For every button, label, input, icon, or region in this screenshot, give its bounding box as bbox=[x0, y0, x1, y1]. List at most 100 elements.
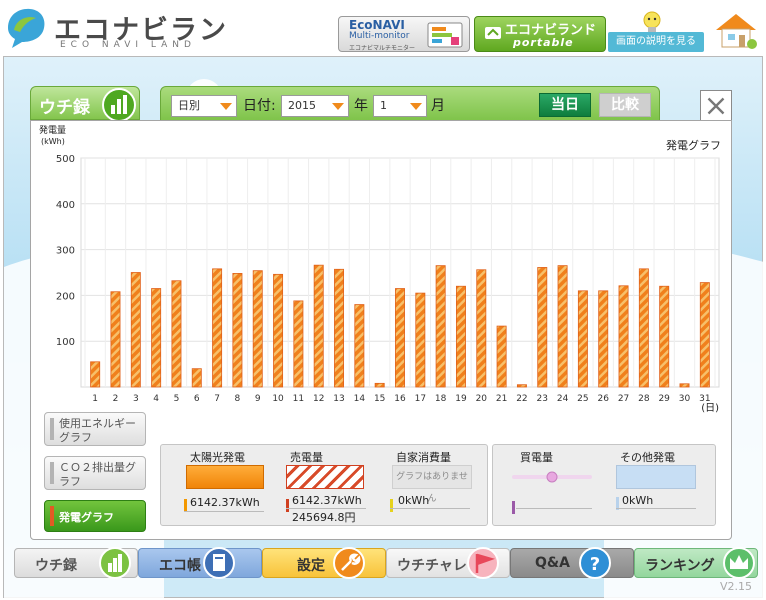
x-tick-label: 27 bbox=[618, 394, 629, 404]
bar-day-6[interactable] bbox=[191, 368, 202, 388]
bar-day-2[interactable] bbox=[110, 291, 121, 388]
close-button[interactable] bbox=[700, 90, 732, 122]
bar-day-23[interactable] bbox=[537, 267, 548, 388]
svg-text:?: ? bbox=[590, 554, 600, 575]
bar-day-4[interactable] bbox=[151, 288, 162, 388]
dropdown-arrow-icon bbox=[220, 103, 232, 110]
bar-day-21[interactable] bbox=[496, 325, 507, 388]
other-generation-value: 0kWh bbox=[622, 494, 654, 507]
bar-day-1[interactable] bbox=[90, 361, 101, 388]
nav-qa-label: Q&A bbox=[535, 555, 570, 571]
bar-day-16[interactable] bbox=[395, 288, 405, 388]
bar-day-19[interactable] bbox=[455, 285, 466, 388]
month-select[interactable]: 1 bbox=[373, 95, 427, 117]
generation-graph-button[interactable]: 発電グラフ bbox=[44, 500, 146, 532]
econavi-multimonitor-button[interactable]: EcoNAVI Multi-monitor エコナビマルチモニター bbox=[338, 16, 470, 52]
uchiroku-tab-label: ウチ録 bbox=[39, 98, 90, 118]
nav-ranking[interactable]: ランキング bbox=[634, 547, 758, 579]
other-generation-label: その他発電 bbox=[620, 451, 675, 464]
y-axis-label: 発電量 bbox=[39, 124, 66, 136]
buy-label: 買電量 bbox=[520, 451, 553, 464]
button-indicator bbox=[50, 418, 54, 440]
bar-day-11[interactable] bbox=[293, 300, 304, 388]
nav-uchichare[interactable]: ウチチャレ bbox=[386, 547, 510, 579]
bar-day-10[interactable] bbox=[273, 273, 284, 388]
bar-day-17[interactable] bbox=[415, 292, 426, 388]
date-label: 日付: bbox=[243, 98, 276, 114]
x-tick-label: 16 bbox=[394, 394, 406, 404]
bar-day-8[interactable] bbox=[232, 273, 243, 388]
button-indicator bbox=[50, 462, 54, 484]
leaf-speech-bubble-icon bbox=[8, 8, 45, 48]
nav-qa[interactable]: Q&A ? bbox=[510, 547, 634, 579]
self-consumption-label: 自家消費量 bbox=[396, 451, 451, 464]
other-generation-swatch bbox=[616, 465, 696, 489]
sell-value: 6142.37kWh bbox=[292, 494, 362, 507]
bar-day-18[interactable] bbox=[435, 265, 446, 388]
year-select[interactable]: 2015 bbox=[281, 95, 349, 117]
x-tick-label: 14 bbox=[354, 394, 366, 404]
year-unit-label: 年 bbox=[354, 98, 368, 114]
nav-uchiroku[interactable]: ウチ録 bbox=[14, 547, 138, 579]
x-tick-label: 2 bbox=[113, 394, 119, 404]
nav-settings[interactable]: 設定 bbox=[262, 547, 386, 579]
self-consumption-value: 0kWh bbox=[398, 494, 430, 507]
x-tick-label: 8 bbox=[235, 394, 241, 404]
bar-day-22[interactable] bbox=[516, 384, 527, 388]
bar-day-12[interactable] bbox=[313, 264, 324, 388]
year-select-value: 2015 bbox=[288, 99, 316, 112]
x-tick-label: 9 bbox=[255, 394, 261, 404]
buy-amount-slider bbox=[512, 471, 592, 483]
bar-day-27[interactable] bbox=[618, 285, 629, 388]
x-tick-label: 23 bbox=[537, 394, 548, 404]
month-unit-label: 月 bbox=[431, 98, 445, 114]
bar-day-13[interactable] bbox=[334, 268, 345, 388]
notebook-icon bbox=[203, 547, 235, 579]
nav-uchichare-label: ウチチャレ bbox=[397, 558, 467, 574]
x-tick-label: 12 bbox=[313, 394, 324, 404]
bar-day-14[interactable] bbox=[354, 304, 365, 388]
close-icon bbox=[707, 97, 725, 115]
bar-day-9[interactable] bbox=[252, 270, 263, 388]
x-tick-label: 5 bbox=[174, 394, 180, 404]
bar-day-7[interactable] bbox=[212, 268, 223, 388]
nav-ecocho[interactable]: エコ帳 bbox=[138, 547, 262, 579]
bar-day-26[interactable] bbox=[598, 290, 609, 388]
bar-day-24[interactable] bbox=[557, 265, 568, 388]
buy-marker bbox=[512, 501, 515, 514]
x-tick-label: 11 bbox=[293, 394, 304, 404]
bar-day-31[interactable] bbox=[699, 282, 710, 388]
x-tick-label: 7 bbox=[214, 394, 220, 404]
portable-device-icon bbox=[485, 27, 501, 39]
bar-day-28[interactable] bbox=[638, 268, 649, 388]
bar-day-30[interactable] bbox=[679, 383, 690, 388]
month-select-value: 1 bbox=[380, 99, 387, 112]
bar-day-20[interactable] bbox=[476, 269, 487, 388]
home-icon[interactable] bbox=[712, 10, 760, 50]
bar-day-29[interactable] bbox=[659, 285, 670, 388]
divider bbox=[516, 508, 592, 509]
y-tick-label: 200 bbox=[56, 291, 75, 302]
uchiroku-tab[interactable]: ウチ録 bbox=[30, 86, 140, 122]
x-tick-label: 22 bbox=[516, 394, 527, 404]
self-consumption-marker bbox=[390, 499, 393, 512]
bar-day-15[interactable] bbox=[374, 382, 385, 388]
chart-title: 発電グラフ bbox=[666, 138, 721, 152]
energy-usage-graph-button[interactable]: 使用エネルギーグラフ bbox=[44, 412, 146, 446]
today-button[interactable]: 当日 bbox=[539, 93, 591, 117]
compare-button[interactable]: 比較 bbox=[599, 93, 651, 117]
portable-sub: portable bbox=[513, 36, 574, 49]
x-tick-label: 10 bbox=[272, 394, 284, 404]
eco-navi-land-portable-button[interactable]: エコナビランド portable bbox=[474, 16, 606, 52]
bar-day-3[interactable] bbox=[130, 272, 141, 388]
eco-navi-land-logo[interactable]: エコナビランド ECO NAVI LAND bbox=[4, 4, 244, 85]
econavi-sub-label: Multi-monitor bbox=[349, 31, 410, 41]
bar-day-25[interactable] bbox=[577, 290, 588, 388]
dropdown-arrow-icon bbox=[332, 103, 344, 110]
co2-emission-graph-button[interactable]: ＣＯ２排出量グラフ bbox=[44, 456, 146, 490]
sell-yen: 245694.8円 bbox=[292, 511, 356, 524]
divider bbox=[390, 508, 470, 509]
bar-day-5[interactable] bbox=[171, 280, 182, 388]
screen-help-button[interactable]: 画面の説明を見る bbox=[608, 32, 704, 52]
period-select[interactable]: 日別 bbox=[171, 95, 237, 117]
